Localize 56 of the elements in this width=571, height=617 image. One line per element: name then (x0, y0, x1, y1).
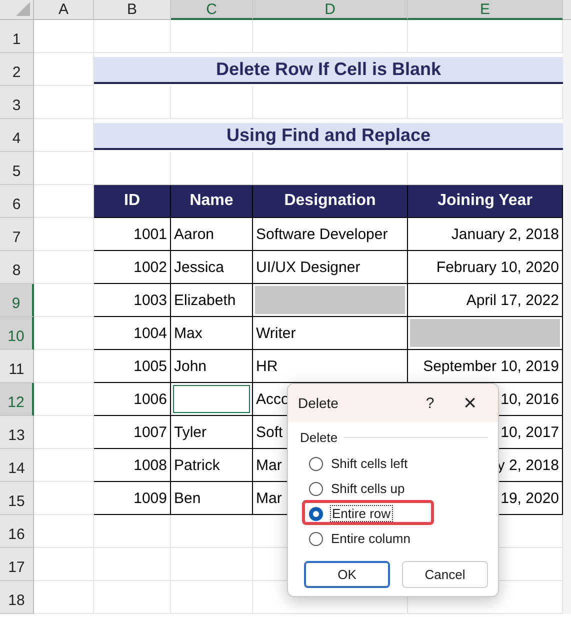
table-header-cell: ID (93, 184, 171, 218)
row-header[interactable]: 9 (0, 284, 34, 317)
empty-cell[interactable] (171, 515, 253, 548)
radio-button[interactable] (309, 456, 323, 470)
row-header[interactable]: 4 (0, 119, 34, 152)
empty-cell[interactable] (94, 152, 171, 185)
empty-cell[interactable] (253, 20, 408, 53)
empty-cell[interactable] (171, 20, 253, 53)
row-header[interactable]: 7 (0, 218, 34, 251)
header-edge (563, 0, 571, 20)
empty-cell[interactable] (94, 515, 171, 548)
table-header-cell: Joining Year (407, 184, 563, 218)
row-header[interactable]: 15 (0, 482, 34, 515)
close-button[interactable]: × (450, 388, 490, 418)
help-button[interactable]: ? (410, 388, 450, 418)
empty-cell[interactable] (253, 86, 408, 119)
table-header-cell: Name (170, 184, 253, 218)
radio-button[interactable] (309, 482, 323, 496)
cancel-button[interactable]: Cancel (402, 561, 488, 588)
radio-button[interactable] (309, 532, 323, 546)
empty-cell[interactable] (94, 548, 171, 581)
row-header[interactable]: 10 (0, 317, 34, 350)
empty-cell[interactable] (171, 581, 253, 614)
row-header[interactable]: 11 (0, 350, 34, 383)
row-header[interactable]: 1 (0, 20, 34, 53)
empty-cell[interactable] (94, 20, 171, 53)
column-header[interactable]: A (34, 0, 94, 20)
row-header[interactable]: 2 (0, 53, 34, 86)
sheet-title: Using Find and Replace (94, 123, 563, 150)
row-header[interactable]: 5 (0, 152, 34, 185)
column-header[interactable]: D (253, 0, 408, 20)
empty-cell[interactable] (253, 152, 408, 185)
empty-cell[interactable] (171, 152, 253, 185)
empty-cell[interactable] (171, 86, 253, 119)
empty-cell[interactable] (94, 581, 171, 614)
column-header[interactable]: C (171, 0, 253, 20)
dialog-title: Delete (298, 395, 340, 411)
ok-button[interactable]: OK (304, 561, 390, 588)
sheet-title: Delete Row If Cell is Blank (94, 57, 563, 84)
row-header[interactable]: 18 (0, 581, 34, 614)
empty-cell[interactable] (94, 86, 171, 119)
radio-option[interactable]: Entire column (300, 526, 488, 551)
empty-cell[interactable] (171, 548, 253, 581)
row-header[interactable]: 3 (0, 86, 34, 119)
column-header[interactable]: B (94, 0, 171, 20)
row-header[interactable]: 16 (0, 515, 34, 548)
row-header[interactable]: 8 (0, 251, 34, 284)
column-header[interactable]: E (408, 0, 563, 20)
table-header-cell: Designation (252, 184, 408, 218)
row-header[interactable]: 6 (0, 185, 34, 218)
row-header[interactable]: 14 (0, 449, 34, 482)
row-header[interactable]: 13 (0, 416, 34, 449)
row-header[interactable]: 12 (0, 383, 34, 416)
group-label: Delete (300, 430, 338, 445)
row-header[interactable]: 17 (0, 548, 34, 581)
radio-button[interactable] (309, 506, 323, 520)
